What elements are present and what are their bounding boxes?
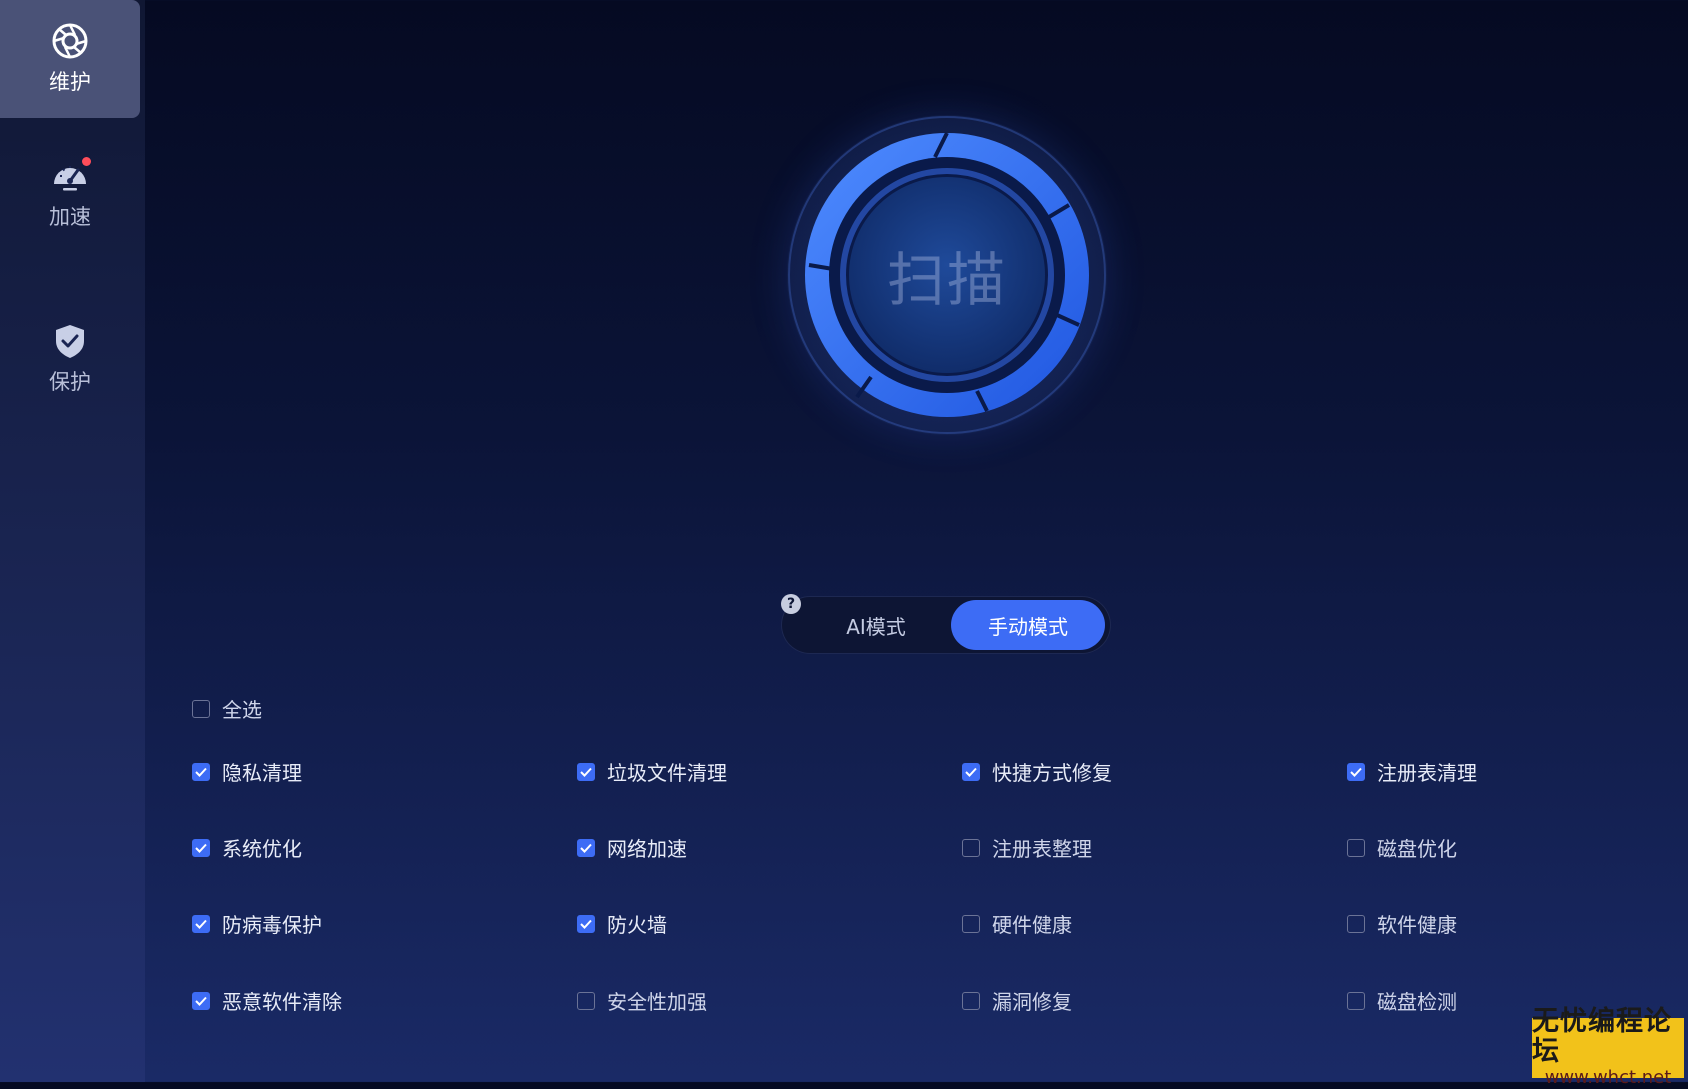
option-checkbox[interactable]: 注册表清理 (1347, 757, 1477, 786)
checkbox-box (1347, 762, 1365, 781)
option-checkbox[interactable]: 软件健康 (1347, 909, 1457, 938)
option-checkbox[interactable]: 系统优化 (192, 833, 302, 862)
manual-mode-button[interactable]: 手动模式 (951, 600, 1105, 650)
select-all-label: 全选 (222, 698, 262, 722)
speedometer-icon (51, 157, 91, 195)
option-label: 硬件健康 (992, 913, 1072, 937)
checkbox-box (192, 838, 210, 857)
option-label: 系统优化 (222, 837, 302, 861)
option-checkbox[interactable]: 快捷方式修复 (962, 757, 1112, 786)
option-label: 防火墙 (607, 913, 667, 937)
sidebar-item-label: 保护 (49, 370, 91, 394)
option-label: 恶意软件清除 (222, 990, 342, 1014)
help-icon[interactable]: ? (781, 594, 801, 614)
select-all-checkbox[interactable]: 全选 (192, 694, 262, 723)
option-checkbox[interactable]: 垃圾文件清理 (577, 757, 727, 786)
mode-toggle: AI模式 手动模式 (781, 596, 1111, 654)
checkbox-box (192, 699, 210, 718)
option-label: 漏洞修复 (992, 990, 1072, 1014)
watermark-title: 无忧编程论坛 (1532, 1006, 1672, 1067)
ai-mode-button[interactable]: AI模式 (801, 600, 951, 650)
sidebar-item-acceleration[interactable]: 加速 (0, 135, 140, 253)
option-label: 快捷方式修复 (992, 761, 1112, 785)
checkbox-box (577, 762, 595, 781)
option-label: 软件健康 (1377, 913, 1457, 937)
option-checkbox[interactable]: 安全性加强 (577, 986, 707, 1015)
checkbox-box (192, 762, 210, 781)
checkbox-box (1347, 914, 1365, 933)
option-label: 磁盘优化 (1377, 837, 1457, 861)
scan-label: 扫描 (886, 246, 1007, 314)
option-checkbox[interactable]: 隐私清理 (192, 757, 302, 786)
sidebar-item-label: 加速 (49, 205, 91, 229)
option-checkbox[interactable]: 防火墙 (577, 909, 667, 938)
sidebar-item-maintenance[interactable]: 维护 (0, 0, 140, 118)
main-panel: 扫描 AI模式 手动模式 ? 全选 隐私清理 垃圾文件清理 快捷方式修复 注册表清理系… (145, 0, 1688, 1082)
option-label: 垃圾文件清理 (607, 761, 727, 785)
option-label: 隐私清理 (222, 761, 302, 785)
notification-dot (82, 157, 91, 166)
checkbox-box (192, 914, 210, 933)
option-checkbox[interactable]: 防病毒保护 (192, 909, 322, 938)
option-checkbox[interactable]: 磁盘检测 (1347, 986, 1457, 1015)
option-checkbox[interactable]: 磁盘优化 (1347, 833, 1457, 862)
checkbox-box (192, 991, 210, 1010)
checkbox-box (962, 838, 980, 857)
watermark-url: www.whct.net (1544, 1067, 1672, 1088)
option-checkbox[interactable]: 漏洞修复 (962, 986, 1072, 1015)
scan-button[interactable]: 扫描 (787, 115, 1107, 435)
option-label: 注册表清理 (1377, 761, 1477, 785)
aperture-icon (51, 22, 89, 60)
option-checkbox[interactable]: 恶意软件清除 (192, 986, 342, 1015)
sidebar: 维护 加速 保护 (0, 0, 145, 1082)
option-label: 防病毒保护 (222, 913, 322, 937)
checkbox-box (577, 991, 595, 1010)
option-checkbox[interactable]: 硬件健康 (962, 909, 1072, 938)
checkbox-box (1347, 838, 1365, 857)
checkbox-box (962, 762, 980, 781)
option-label: 磁盘检测 (1377, 990, 1457, 1014)
option-label: 网络加速 (607, 837, 687, 861)
checkbox-box (1347, 991, 1365, 1010)
option-label: 安全性加强 (607, 990, 707, 1014)
checkbox-box (577, 838, 595, 857)
sidebar-item-protection[interactable]: 保护 (0, 300, 140, 418)
option-checkbox[interactable]: 注册表整理 (962, 833, 1092, 862)
checkbox-box (962, 991, 980, 1010)
option-label: 注册表整理 (992, 837, 1092, 861)
watermark-logo: 无忧编程论坛 www.whct.net (1532, 1007, 1684, 1088)
shield-check-icon (51, 322, 89, 360)
option-checkbox[interactable]: 网络加速 (577, 833, 687, 862)
sidebar-item-label: 维护 (49, 70, 91, 94)
checkbox-box (962, 914, 980, 933)
checkbox-box (577, 914, 595, 933)
